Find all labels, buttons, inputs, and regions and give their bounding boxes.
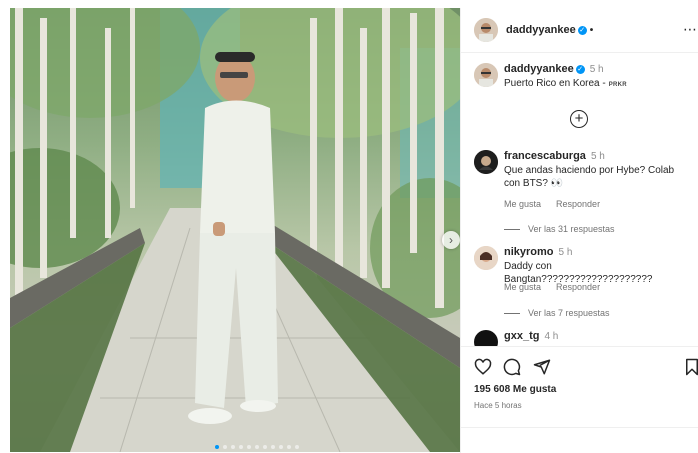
author-avatar[interactable] (474, 18, 498, 42)
caption-text: Puerto Rico en Korea - PRKR (504, 78, 627, 89)
caption-username[interactable]: daddyyankee (504, 63, 574, 75)
caption-tag: PRKR (608, 82, 627, 88)
caption-time[interactable]: 5 h (590, 64, 604, 75)
post-header: daddyyankee ✓ • ⋯ (461, 8, 698, 53)
author-username[interactable]: daddyyankee (506, 24, 576, 36)
carousel-dot (295, 445, 299, 449)
like-heart-icon[interactable] (474, 358, 492, 376)
post-image[interactable]: › (10, 8, 460, 452)
comment-reply-button[interactable]: Responder (556, 199, 600, 209)
verified-icon: ✓ (575, 64, 585, 74)
carousel-dot (231, 445, 235, 449)
commenter-avatar[interactable] (474, 246, 498, 270)
verified-icon: ✓ (577, 25, 587, 35)
comment-reply-button[interactable]: Responder (556, 282, 600, 292)
posted-time[interactable]: Hace 5 horas (474, 401, 522, 410)
post-actions-bar: 195 608 Me gusta Hace 5 horas (461, 346, 698, 453)
comment-time: 5 h (590, 151, 605, 162)
comment-like-button[interactable]: Me gusta (504, 199, 541, 209)
carousel-dot (287, 445, 291, 449)
caption-body: Puerto Rico en Korea - (504, 78, 606, 89)
carousel-dot (271, 445, 275, 449)
carousel-dot (215, 445, 219, 449)
carousel-indicator (215, 445, 299, 449)
more-options-icon[interactable]: ⋯ (683, 21, 697, 38)
carousel-next-button[interactable]: › (442, 231, 460, 249)
save-bookmark-icon[interactable] (683, 358, 698, 376)
comment-actions: Me gusta Responder (504, 282, 600, 292)
commenter-username[interactable]: francescaburga (504, 150, 586, 162)
share-icon[interactable] (533, 358, 551, 376)
comment-time: 4 h (544, 331, 559, 342)
carousel-dot (239, 445, 243, 449)
commenter-avatar[interactable] (474, 150, 498, 174)
comment-time: 5 h (558, 247, 573, 258)
post-photo-illustration (10, 8, 460, 452)
comment-actions: Me gusta Responder (504, 199, 600, 209)
comment-like-button[interactable]: Me gusta (504, 282, 541, 292)
caption-avatar[interactable] (474, 63, 498, 87)
actions-divider (461, 427, 698, 428)
comment-text: Que andas haciendo por Hybe? Colab con B… (504, 165, 675, 189)
view-replies-label[interactable]: Ver las 7 respuestas (528, 308, 610, 318)
comment-icon[interactable] (503, 358, 521, 376)
carousel-dot (279, 445, 283, 449)
view-replies-button[interactable]: Ver las 7 respuestas (504, 308, 610, 318)
carousel-dot (263, 445, 267, 449)
view-replies-label[interactable]: Ver las 31 respuestas (528, 224, 615, 234)
replies-divider (504, 312, 520, 314)
commenter-username[interactable]: nikyromo (504, 246, 554, 258)
replies-divider (504, 228, 520, 230)
add-icon[interactable]: + (570, 110, 588, 128)
carousel-dot (223, 445, 227, 449)
header-separator: • (589, 25, 594, 36)
carousel-dot (247, 445, 251, 449)
carousel-dot (255, 445, 259, 449)
post-side-panel: daddyyankee ✓ • ⋯ daddyyankee ✓ 5 h Puerto R… (460, 8, 698, 453)
view-replies-button[interactable]: Ver las 31 respuestas (504, 224, 615, 234)
likes-count[interactable]: 195 608 Me gusta (474, 384, 556, 395)
commenter-username[interactable]: gxx_tg (504, 330, 539, 342)
